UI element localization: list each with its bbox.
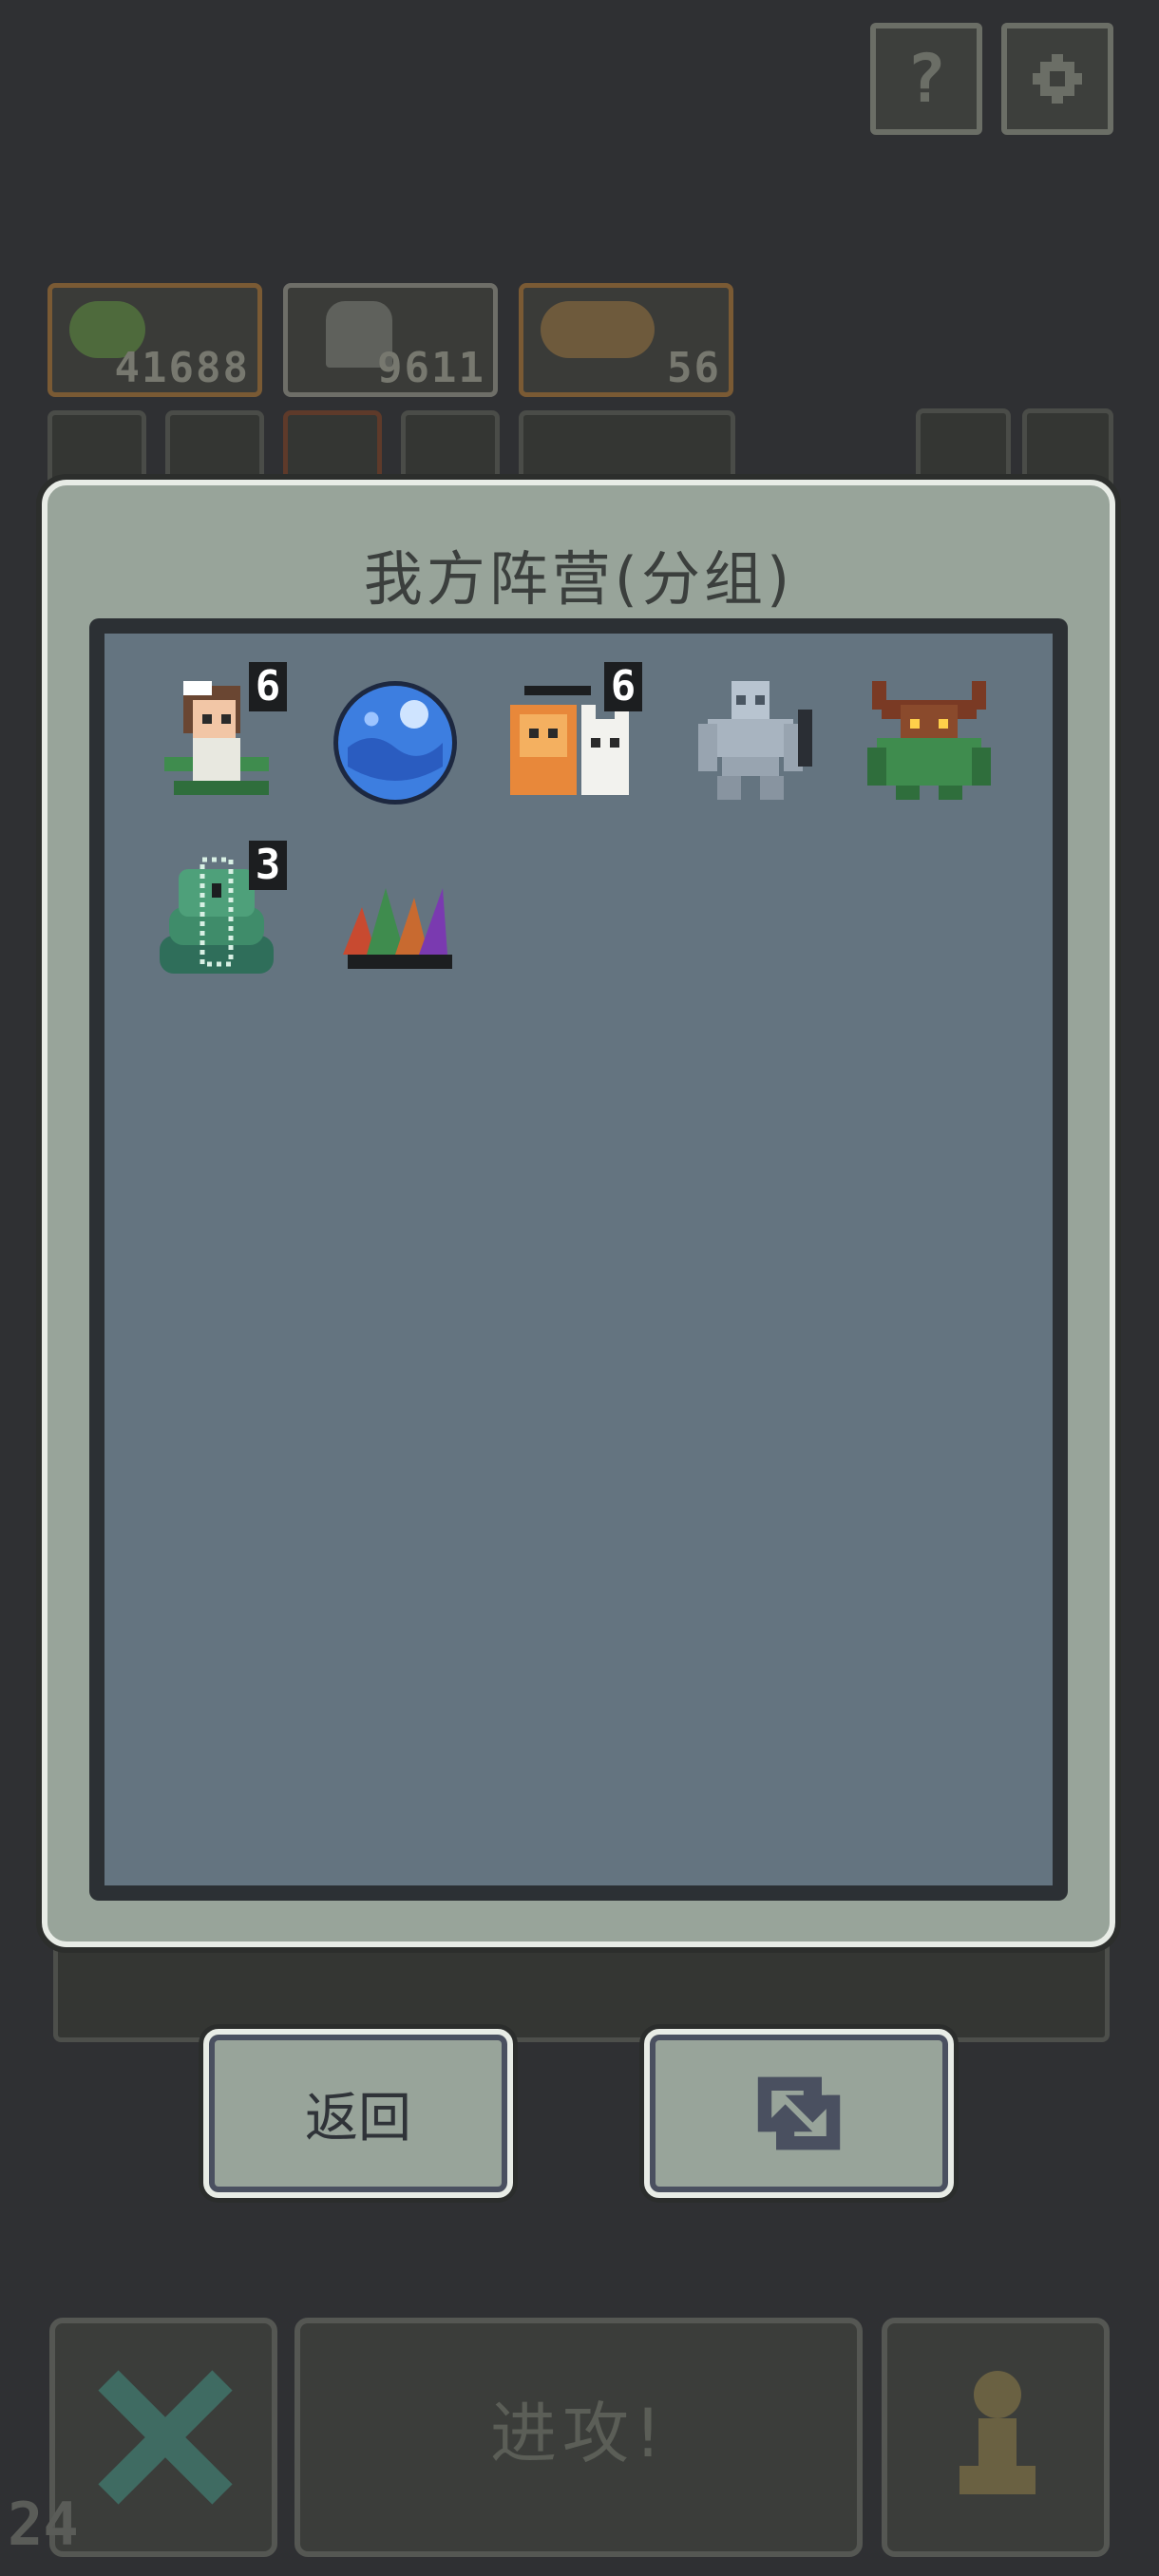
unit-count-badge: 3 bbox=[249, 841, 287, 890]
unit-stone-golem[interactable] bbox=[674, 662, 826, 814]
unit-lion-and-wolf[interactable]: 6 bbox=[496, 662, 648, 814]
resource-slime-value: 41688 bbox=[114, 344, 250, 392]
stone-golem-icon bbox=[698, 681, 812, 800]
settings-button[interactable] bbox=[1001, 23, 1113, 135]
unit-grid: 6 6 3 bbox=[89, 618, 1068, 1901]
resource-tombstone: 9611 bbox=[283, 283, 498, 397]
help-button[interactable]: ? bbox=[870, 23, 982, 135]
resource-tombstone-value: 9611 bbox=[377, 344, 485, 392]
group-slot-2[interactable] bbox=[165, 410, 264, 486]
pawn-button[interactable] bbox=[882, 2318, 1110, 2557]
fps-counter: 24 bbox=[8, 2490, 79, 2559]
gear-icon bbox=[1033, 54, 1082, 104]
group-slot-5[interactable] bbox=[519, 410, 735, 486]
pawn-icon bbox=[960, 2371, 1036, 2494]
x-icon bbox=[98, 2370, 233, 2505]
attack-button[interactable]: 进攻! bbox=[294, 2318, 863, 2557]
group-slot-3[interactable] bbox=[283, 410, 382, 486]
water-orb-icon bbox=[333, 681, 457, 805]
back-button[interactable]: 返回 bbox=[203, 2029, 513, 2198]
modal-title: 我方阵营(分组) bbox=[363, 544, 794, 614]
unit-girl-with-snakes[interactable]: 6 bbox=[141, 662, 293, 814]
resource-slime: 41688 bbox=[48, 283, 262, 397]
swap-icon bbox=[757, 2076, 841, 2150]
lion-and-wolf-icon bbox=[541, 301, 655, 358]
unit-water-orb[interactable] bbox=[319, 662, 471, 814]
team-modal: 我方阵营(分组) 6 6 3 bbox=[42, 480, 1115, 1947]
attack-label: 进攻! bbox=[489, 2395, 668, 2472]
unit-count-badge: 6 bbox=[249, 662, 287, 711]
group-slot-4[interactable] bbox=[401, 410, 500, 486]
cancel-button[interactable] bbox=[49, 2318, 277, 2557]
unit-green-serpent[interactable]: 3 bbox=[141, 841, 293, 993]
minotaur-icon bbox=[867, 681, 991, 800]
crystal-plant-icon bbox=[343, 888, 452, 969]
resource-units-value: 56 bbox=[667, 344, 721, 392]
group-slot-1[interactable] bbox=[48, 410, 146, 486]
back-button-label: 返回 bbox=[305, 2087, 411, 2150]
board-strip bbox=[53, 1938, 1110, 2042]
resource-units: 56 bbox=[519, 283, 733, 397]
swap-button[interactable] bbox=[644, 2029, 954, 2198]
help-glyph: ? bbox=[905, 40, 947, 118]
unit-crystal-plant[interactable] bbox=[319, 841, 471, 993]
unit-count-badge: 6 bbox=[604, 662, 642, 711]
unit-minotaur[interactable] bbox=[853, 662, 1005, 814]
